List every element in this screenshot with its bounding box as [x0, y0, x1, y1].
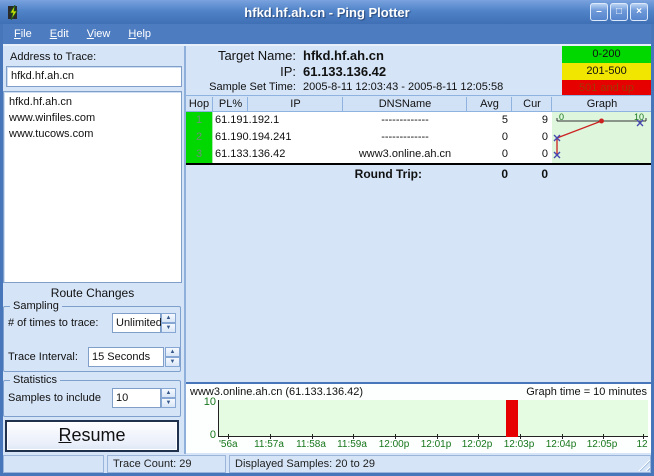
- lightning-icon: [6, 5, 21, 20]
- spin-up-icon[interactable]: ▲: [165, 347, 180, 357]
- x-axis-label: 11:58a: [296, 439, 326, 450]
- hop-number: 1: [186, 112, 213, 129]
- menu-divider: [0, 44, 654, 46]
- col-pl[interactable]: PL%: [214, 97, 248, 112]
- ip-cell: 61.190.194.241: [215, 131, 291, 143]
- menu-help[interactable]: Help: [120, 26, 159, 42]
- list-item[interactable]: www.tucows.com: [4, 126, 181, 142]
- app-icon: [4, 3, 22, 21]
- x-axis-label: '56a: [219, 439, 238, 450]
- avg-cell: 5: [467, 114, 508, 126]
- window-title: hfkd.hf.ah.cn - Ping Plotter: [0, 5, 654, 20]
- round-trip-cur: 0: [512, 167, 548, 181]
- menu-view[interactable]: View: [79, 26, 119, 42]
- hop-number: 2: [186, 129, 213, 146]
- address-input[interactable]: hfkd.hf.ah.cn: [6, 66, 182, 87]
- timeline-ymin-label: 0: [198, 429, 216, 441]
- samples-to-include-label: Samples to include: [8, 392, 101, 404]
- times-to-trace-input[interactable]: Unlimited: [112, 313, 161, 333]
- ip-cell: 61.133.136.42: [215, 148, 285, 160]
- cur-cell: 0: [512, 148, 548, 160]
- menu-edit[interactable]: Edit: [42, 26, 77, 42]
- ip-cell: 61.191.192.1: [215, 114, 279, 126]
- dns-cell: www3.online.ah.cn: [343, 148, 467, 160]
- status-panel-empty: [3, 455, 104, 473]
- target-name-label: Target Name:: [186, 48, 296, 63]
- ip-value: 61.133.136.42: [303, 64, 386, 79]
- round-trip-row: Round Trip: 0 0: [186, 165, 651, 182]
- samples-stepper[interactable]: ▲ ▼: [161, 388, 176, 408]
- hop-number: 3: [186, 146, 213, 163]
- round-trip-label: Round Trip:: [306, 167, 422, 181]
- timeline-plot[interactable]: [218, 400, 648, 437]
- list-item[interactable]: www.winfiles.com: [4, 110, 181, 126]
- col-cur[interactable]: Cur: [513, 97, 552, 112]
- menu-file[interactable]: File: [6, 26, 40, 42]
- dns-cell: -------------: [343, 131, 467, 143]
- x-axis-label: 12:02p: [462, 439, 493, 450]
- col-graph[interactable]: Graph: [553, 97, 651, 112]
- sample-set-time-label: Sample Set Time:: [186, 81, 296, 93]
- legend-low-range: 0-200: [562, 46, 651, 63]
- mini-graph-plot: 0 10: [552, 112, 651, 163]
- col-ip[interactable]: IP: [249, 97, 343, 112]
- statistics-legend: Statistics: [10, 374, 60, 386]
- col-dns[interactable]: DNSName: [344, 97, 467, 112]
- close-button[interactable]: ×: [630, 3, 648, 21]
- col-avg[interactable]: Avg: [468, 97, 512, 112]
- round-trip-avg: 0: [467, 167, 508, 181]
- legend-mid-range: 201-500: [562, 63, 651, 80]
- x-axis-label: 12:03p: [504, 439, 535, 450]
- x-axis-label: 11:59a: [337, 439, 367, 450]
- cur-cell: 9: [512, 114, 548, 126]
- trace-interval-label: Trace Interval:: [8, 351, 78, 363]
- x-axis-label: 12:04p: [546, 439, 577, 450]
- target-name-value: hfkd.hf.ah.cn: [303, 48, 384, 63]
- packet-loss-bar: [506, 400, 518, 437]
- route-changes-label: Route Changes: [3, 286, 182, 300]
- sample-set-time-value: 2005-8-11 12:03:43 - 2005-8-11 12:05:58: [303, 81, 503, 93]
- col-hop[interactable]: Hop: [186, 97, 213, 112]
- trace-count-status: Trace Count: 29: [107, 455, 226, 473]
- x-axis-label: 12:05p: [587, 439, 618, 450]
- spin-up-icon[interactable]: ▲: [161, 313, 176, 323]
- status-bar: Trace Count: 29 Displayed Samples: 20 to…: [3, 455, 651, 473]
- timeline-ymax-label: 10: [198, 396, 216, 408]
- hop-mini-graph: 0 10: [552, 112, 651, 163]
- graph-time-label: Graph time = 10 minutes: [526, 386, 647, 398]
- displayed-samples-status: Displayed Samples: 20 to 29: [229, 455, 651, 473]
- address-listbox[interactable]: hfkd.hf.ah.cn www.winfiles.com www.tucow…: [3, 91, 182, 283]
- samples-to-include-input[interactable]: 10: [112, 388, 161, 408]
- table-header: Hop PL% IP DNSName Avg Cur Graph: [186, 95, 651, 112]
- x-axis-label: 12:01p: [421, 439, 452, 450]
- spin-down-icon[interactable]: ▼: [161, 323, 176, 333]
- trace-interval-stepper[interactable]: ▲ ▼: [165, 347, 180, 367]
- avg-cell: 0: [467, 148, 508, 160]
- avg-cell: 0: [467, 131, 508, 143]
- x-axis-label: 12: [636, 439, 647, 450]
- cur-cell: 0: [512, 131, 548, 143]
- ip-label: IP:: [186, 64, 296, 79]
- times-to-trace-stepper[interactable]: ▲ ▼: [161, 313, 176, 333]
- list-item[interactable]: hfkd.hf.ah.cn: [4, 94, 181, 110]
- spin-down-icon[interactable]: ▼: [165, 357, 180, 367]
- x-axis-label: 12:00p: [379, 439, 410, 450]
- x-axis-label: 11:57a: [254, 439, 284, 450]
- ping-plotter-window: hfkd.hf.ah.cn - Ping Plotter – □ × File …: [0, 0, 654, 476]
- spin-up-icon[interactable]: ▲: [161, 388, 176, 398]
- times-to-trace-label: # of times to trace:: [8, 317, 98, 329]
- resume-button[interactable]: Resume: [5, 420, 179, 452]
- title-bar[interactable]: hfkd.hf.ah.cn - Ping Plotter – □ ×: [0, 0, 654, 24]
- minimize-button[interactable]: –: [590, 3, 608, 21]
- trace-interval-input[interactable]: 15 Seconds: [88, 347, 164, 367]
- spin-down-icon[interactable]: ▼: [161, 398, 176, 408]
- timeline-panel: www3.online.ah.cn (61.133.136.42) Graph …: [186, 384, 651, 453]
- dns-cell: -------------: [343, 114, 467, 126]
- menu-bar: File Edit View Help: [0, 24, 654, 44]
- maximize-button[interactable]: □: [610, 3, 628, 21]
- sampling-legend: Sampling: [10, 300, 62, 312]
- mini-graph-min-label: 0: [559, 112, 564, 122]
- address-to-trace-label: Address to Trace:: [10, 51, 96, 63]
